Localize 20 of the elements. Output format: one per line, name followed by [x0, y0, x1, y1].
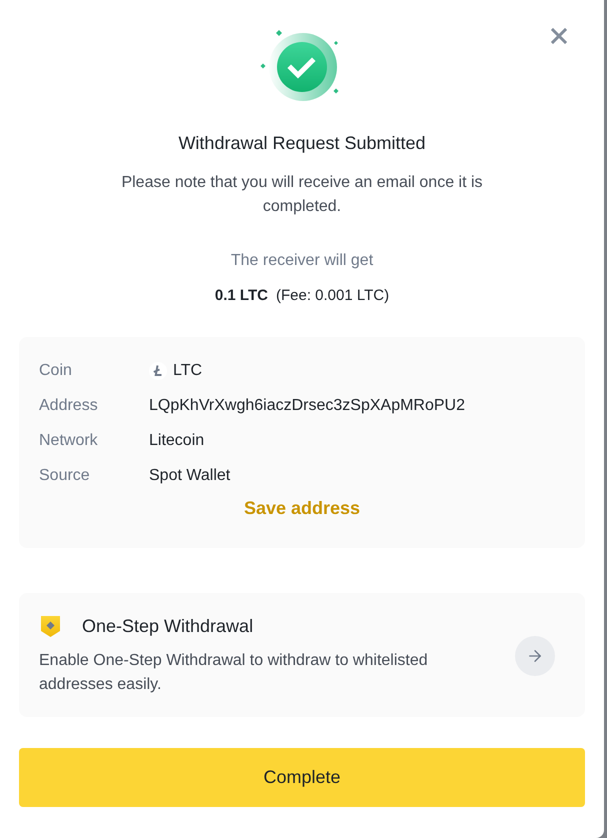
receiver-label: The receiver will get	[230, 251, 374, 271]
detail-label: Address	[39, 396, 99, 416]
detail-label: Coin	[39, 361, 73, 381]
dialog-title: Withdrawal Request Submitted	[177, 132, 427, 155]
complete-button[interactable]: Complete	[19, 748, 585, 807]
arrow-button[interactable]	[515, 636, 555, 676]
shield-icon	[41, 616, 60, 636]
detail-label: Source	[39, 466, 91, 486]
detail-value: Litecoin	[149, 431, 204, 451]
detail-value: LTC	[173, 361, 202, 381]
detail-label: Network	[39, 431, 99, 451]
detail-value: LQpKhVrXwgh6iaczDrsec3zSpXApMRoPU2	[149, 396, 465, 416]
one-step-title: One-Step Withdrawal	[82, 615, 254, 638]
message-text: Please note that you will receive an email once it is completed.	[120, 173, 484, 217]
detail-value: Spot Wallet	[149, 466, 230, 486]
close-button[interactable]	[551, 28, 567, 44]
one-step-description: Enable One-Step Withdrawal to withdraw to whitelisted addresses easily.	[39, 651, 429, 695]
amount-text: 0.1 LTC	[214, 286, 268, 306]
fee-text: (Fee: 0.001 LTC)	[276, 286, 390, 306]
close-icon	[551, 28, 567, 44]
